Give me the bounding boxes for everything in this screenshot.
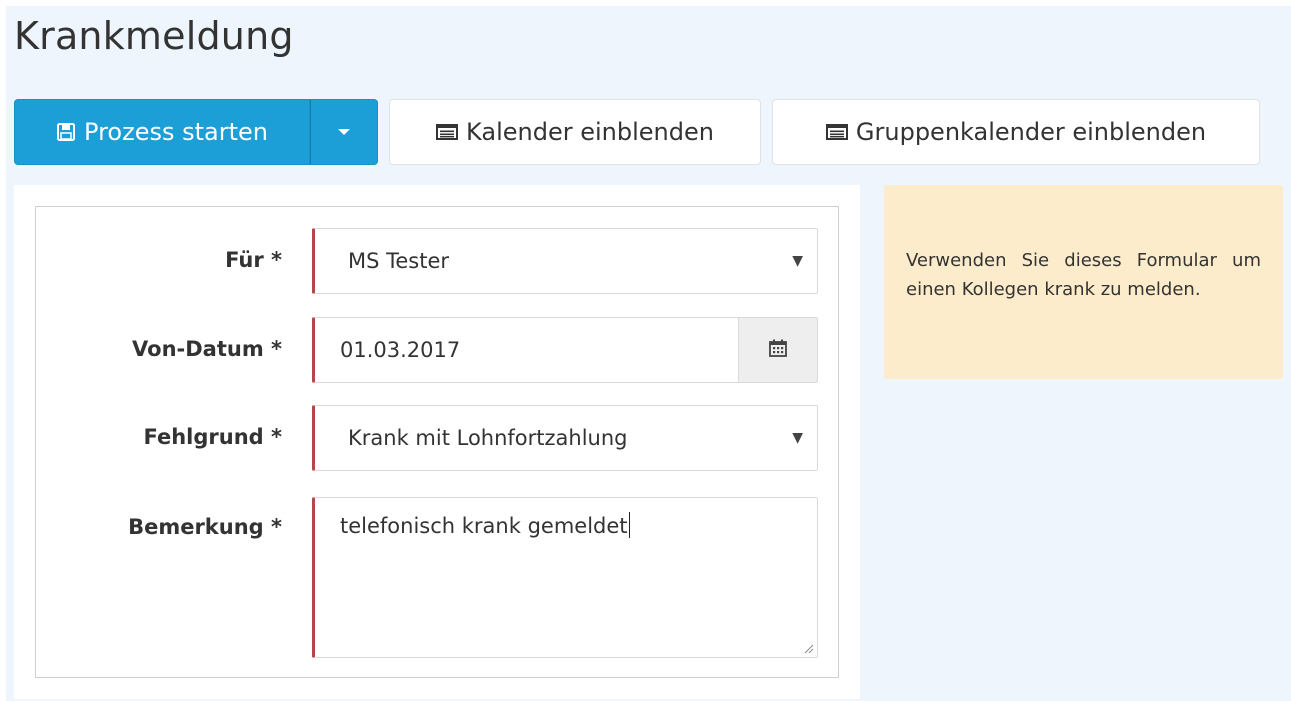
start-process-button[interactable]: Prozess starten (14, 99, 310, 165)
show-calendar-label: Kalender einblenden (466, 118, 714, 146)
fuer-select[interactable]: MS Tester ▼ (312, 228, 818, 294)
list-icon (436, 124, 459, 140)
fehlgrund-label: Fehlgrund * (143, 425, 283, 449)
list-icon (825, 124, 848, 140)
von-datum-label: Von-Datum * (132, 337, 282, 361)
start-process-label: Prozess starten (84, 118, 268, 146)
info-box: Verwenden Sie dieses Formular um einen K… (884, 185, 1283, 379)
show-calendar-button[interactable]: Kalender einblenden (389, 99, 761, 165)
dropdown-arrow-icon: ▼ (792, 253, 803, 269)
bemerkung-value: telefonisch krank gemeldet (340, 514, 628, 538)
von-datum-input[interactable]: 01.03.2017 (312, 317, 738, 383)
fuer-value: MS Tester (348, 249, 450, 273)
calendar-icon (768, 338, 788, 362)
dropdown-arrow-icon: ▼ (792, 430, 803, 446)
show-group-calendar-label: Gruppenkalender einblenden (855, 118, 1207, 146)
start-process-dropdown-toggle[interactable] (310, 99, 378, 165)
von-datum-value: 01.03.2017 (340, 338, 461, 362)
text-cursor (628, 512, 630, 538)
page-title: Krankmeldung (14, 14, 294, 58)
page: Krankmeldung Prozess starten Kalender ei… (0, 0, 1291, 701)
date-picker-button[interactable] (738, 317, 818, 383)
info-text: Verwenden Sie dieses Formular um einen K… (906, 250, 1261, 300)
fehlgrund-select[interactable]: Krank mit Lohnfortzahlung ▼ (312, 405, 818, 471)
bemerkung-textarea[interactable]: telefonisch krank gemeldet (312, 497, 818, 658)
fehlgrund-value: Krank mit Lohnfortzahlung (348, 426, 628, 450)
bemerkung-label: Bemerkung * (128, 515, 282, 539)
fuer-label: Für * (225, 248, 282, 272)
save-icon (56, 122, 76, 142)
caret-down-icon (338, 129, 350, 135)
show-group-calendar-button[interactable]: Gruppenkalender einblenden (772, 99, 1260, 165)
resize-handle-icon[interactable] (802, 642, 814, 654)
